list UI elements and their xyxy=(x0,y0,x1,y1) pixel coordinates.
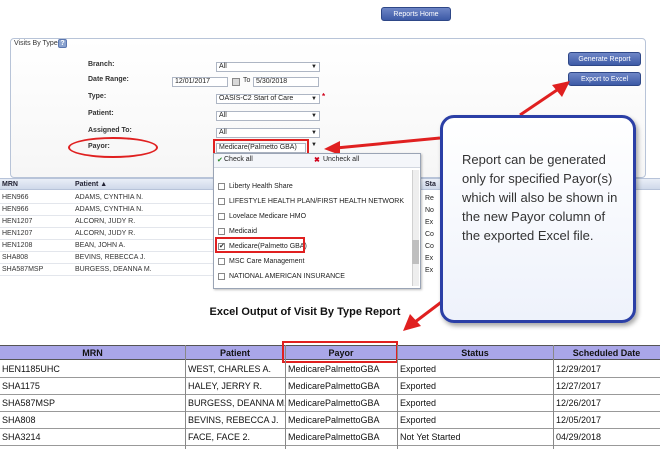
uncheck-all-link[interactable]: Uncheck all xyxy=(323,156,359,163)
checkbox[interactable] xyxy=(218,258,225,265)
table-row: SHA587MSP BURGESS, DEANNA M. MedicarePalme… xyxy=(0,395,660,412)
table-row: SHA1175 HALEY, JERRY R. MedicarePalmettoGB… xyxy=(0,378,660,395)
chevron-down-icon: ▼ xyxy=(311,96,317,102)
branch-select[interactable]: All ▼ xyxy=(216,62,320,72)
callout-text: Report can be generated only for specifi… xyxy=(462,152,618,243)
grid-col-mrn[interactable]: MRN xyxy=(2,181,18,188)
dropdown-actions: ✔ Check all ✖ Uncheck all xyxy=(214,154,420,168)
check-all-link[interactable]: Check all xyxy=(224,156,253,163)
excel-divider xyxy=(553,345,554,449)
excel-col-scheduled-date: Scheduled Date xyxy=(572,348,641,358)
excel-divider xyxy=(397,345,398,449)
table-row: SHA808 BEVINS, REBECCA J. MedicarePalmetto… xyxy=(0,412,660,429)
chevron-down-icon: ▼ xyxy=(311,130,317,136)
required-mark: * xyxy=(322,92,326,101)
checkbox[interactable] xyxy=(218,228,225,235)
excel-col-mrn: MRN xyxy=(82,348,103,358)
checkbox[interactable] xyxy=(218,183,225,190)
excel-divider xyxy=(185,345,186,449)
dropdown-scroll-thumb[interactable] xyxy=(412,240,419,264)
dropdown-item[interactable]: LIFESTYLE HEALTH PLAN/FIRST HEALTH NETWO… xyxy=(218,197,410,209)
checkbox[interactable] xyxy=(218,213,225,220)
checkbox[interactable] xyxy=(218,273,225,280)
table-row: SHA3214 FACE, FACE 2. MedicarePalmettoGBA N… xyxy=(0,429,660,446)
date-to-label: To xyxy=(243,77,251,84)
payor-label-highlight xyxy=(68,137,158,158)
date-from-input[interactable]: 12/01/2017 xyxy=(172,77,228,87)
dropdown-item[interactable]: Lovelace Medicare HMO xyxy=(218,212,410,224)
payor-column-highlight xyxy=(282,341,398,363)
dropdown-item[interactable]: Liberty Health Share xyxy=(218,182,410,194)
chevron-down-icon[interactable]: ▼ xyxy=(311,142,317,148)
date-to-input[interactable]: 5/30/2018 xyxy=(253,77,319,87)
type-label: Type: xyxy=(88,93,107,100)
grid-col-status[interactable]: Sta xyxy=(425,181,436,188)
excel-output-title: Excel Output of Visit By Type Report xyxy=(209,306,401,318)
grid-col-patient[interactable]: Patient ▲ xyxy=(75,181,107,188)
type-select[interactable]: OASIS-C2 Start of Care ▼ xyxy=(216,94,320,104)
chevron-down-icon: ▼ xyxy=(311,113,317,119)
excel-col-status: Status xyxy=(461,348,489,358)
dropdown-item[interactable]: NATIONAL AMERICAN INSURANCE xyxy=(218,272,410,284)
generate-report-button[interactable]: Generate Report xyxy=(568,52,641,66)
payor-dropdown-list: ✔ Check all ✖ Uncheck all Liberty Health… xyxy=(213,153,421,289)
panel-title: Visits By Type xyxy=(12,40,60,47)
assigned-to-label: Assigned To: xyxy=(88,127,132,134)
assigned-to-select[interactable]: All ▼ xyxy=(216,128,320,138)
help-icon[interactable]: ? xyxy=(58,39,67,48)
export-to-excel-button[interactable]: Export to Excel xyxy=(568,72,641,86)
date-range-label: Date Range: xyxy=(88,76,129,83)
checkbox[interactable] xyxy=(218,198,225,205)
dropdown-item[interactable]: MSC Care Management xyxy=(218,257,410,269)
check-icon: ✔ xyxy=(217,157,223,164)
uncheck-icon: ✖ xyxy=(314,157,320,164)
patient-label: Patient: xyxy=(88,110,114,117)
calendar-icon[interactable] xyxy=(232,78,240,86)
selected-payor-highlight xyxy=(215,237,305,253)
chevron-down-icon: ▼ xyxy=(311,64,317,70)
branch-label: Branch: xyxy=(88,61,115,68)
patient-select[interactable]: All ▼ xyxy=(216,111,320,121)
dropdown-scrollbar[interactable] xyxy=(412,170,419,286)
excel-col-patient: Patient xyxy=(219,348,250,358)
reports-home-button[interactable]: Reports Home xyxy=(381,7,451,21)
table-row: HEN1185UHC WEST, CHARLES A. MedicarePalmet… xyxy=(0,361,660,378)
grid-status-column: Re No Ex Co Co Ex Ex xyxy=(425,195,434,274)
excel-divider xyxy=(285,345,286,449)
